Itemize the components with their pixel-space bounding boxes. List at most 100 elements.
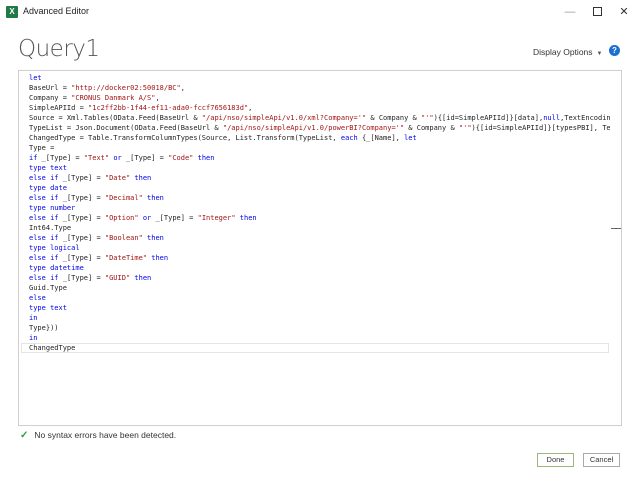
- code-keyword: type date: [29, 184, 67, 192]
- editor-scrollbar[interactable]: [610, 71, 621, 425]
- code-line[interactable]: else if _[Type] = "Boolean" then: [29, 233, 164, 243]
- code-line[interactable]: else if _[Type] = "GUID" then: [29, 273, 151, 283]
- code-string: "Text": [83, 154, 110, 162]
- code-line[interactable]: Int64.Type: [29, 223, 71, 233]
- chevron-down-icon: ▼: [596, 51, 603, 57]
- code-line[interactable]: type date: [29, 183, 67, 193]
- code-string: "DateTime": [104, 254, 148, 262]
- code-text: ){[id=SimpleAPIId]}[data],: [433, 114, 544, 122]
- code-text: _[Type] =: [121, 154, 169, 162]
- code-line[interactable]: else if _[Type] = "Date" then: [29, 173, 151, 183]
- code-keyword: else if: [29, 274, 59, 282]
- code-keyword: then: [147, 234, 164, 242]
- code-line[interactable]: Type})): [29, 323, 59, 333]
- code-line[interactable]: Company = "CRONUS Danmark A/S",: [29, 93, 160, 103]
- code-keyword: else if: [29, 174, 59, 182]
- code-keyword: then: [147, 194, 164, 202]
- code-string: "Integer": [197, 214, 236, 222]
- code-string: "Decimal": [104, 194, 143, 202]
- cancel-button[interactable]: Cancel: [583, 453, 620, 467]
- code-keyword: or: [142, 214, 152, 222]
- code-keyword: then: [134, 174, 152, 182]
- code-text: TypeList = Json.Document(OData.Feed(Base…: [29, 124, 223, 132]
- code-keyword: else if: [29, 194, 59, 202]
- code-line[interactable]: TypeList = Json.Document(OData.Feed(Base…: [29, 123, 622, 133]
- code-text: Company =: [29, 94, 72, 102]
- code-line[interactable]: ChangedType = Table.TransformColumnTypes…: [29, 133, 417, 143]
- code-line[interactable]: Source = Xml.Tables(OData.Feed(BaseUrl &…: [29, 113, 621, 123]
- code-text: {_[Name],: [357, 134, 405, 142]
- code-line[interactable]: type logical: [29, 243, 80, 253]
- display-options-dropdown[interactable]: Display Options ▼: [533, 47, 602, 57]
- code-keyword: in: [29, 314, 38, 322]
- code-text: Source = Xml.Tables(OData.Feed(BaseUrl &: [29, 114, 202, 122]
- code-line[interactable]: else if _[Type] = "Decimal" then: [29, 193, 164, 203]
- code-text: _[Type] =: [58, 194, 105, 202]
- code-text: Int64.Type: [29, 224, 72, 232]
- code-line[interactable]: BaseUrl = "http://docker02:50018/BC",: [29, 83, 185, 93]
- code-text: Guid.Type: [29, 284, 67, 292]
- code-line[interactable]: if _[Type] = "Text" or _[Type] = "Code" …: [29, 153, 214, 163]
- title-bar: X Advanced Editor — ✕: [0, 0, 639, 24]
- code-line[interactable]: type text: [29, 163, 67, 173]
- code-keyword: else: [29, 294, 46, 302]
- code-text: ,: [248, 104, 253, 112]
- code-keyword: then: [197, 154, 215, 162]
- code-string: "Option": [104, 214, 139, 222]
- code-line[interactable]: Type =: [29, 143, 54, 153]
- code-text: _[Type] =: [58, 254, 105, 262]
- done-button[interactable]: Done: [537, 453, 574, 467]
- code-string: "Code": [168, 154, 194, 162]
- code-line[interactable]: type text: [29, 303, 67, 313]
- code-line[interactable]: in: [29, 313, 37, 323]
- checkmark-icon: ✓: [20, 430, 29, 441]
- scroll-position-marker: [611, 228, 621, 229]
- minimize-button[interactable]: —: [557, 3, 583, 21]
- code-editor[interactable]: let BaseUrl = "http://docker02:50018/BC",…: [18, 70, 622, 426]
- code-line[interactable]: type datetime: [29, 263, 84, 273]
- close-button[interactable]: ✕: [611, 3, 637, 21]
- code-text: ,: [155, 94, 160, 102]
- code-line[interactable]: else if _[Type] = "Option" or _[Type] = …: [29, 213, 257, 223]
- maximize-icon: [592, 6, 602, 16]
- code-keyword: type logical: [29, 244, 80, 252]
- code-text: & Company &: [366, 114, 421, 122]
- query-name-title: Query1: [18, 36, 100, 62]
- code-line[interactable]: type number: [29, 203, 75, 213]
- code-line[interactable]: SimpleAPIId = "1c2ff2bb-1f44-ef11-ada0-f…: [29, 103, 252, 113]
- code-text: ){[id=SimpleAPIId]}[typesPBI], TextE: [471, 124, 622, 132]
- code-text: BaseUrl =: [29, 84, 72, 92]
- code-string: "'": [458, 124, 472, 132]
- display-options-label: Display Options: [533, 47, 593, 57]
- code-text: ChangedType = Table.TransformColumnTypes…: [29, 134, 341, 142]
- code-text: SimpleAPIId =: [29, 104, 89, 112]
- excel-icon: X: [6, 6, 18, 18]
- code-string: "CRONUS Danmark A/S": [71, 94, 156, 102]
- code-keyword: type text: [29, 164, 67, 172]
- code-text: _[Type] =: [151, 214, 198, 222]
- code-keyword: each: [340, 134, 358, 142]
- code-line[interactable]: Guid.Type: [29, 283, 67, 293]
- code-text: ,: [180, 84, 185, 92]
- code-text: Type =: [29, 144, 55, 152]
- code-keyword: else if: [29, 214, 59, 222]
- code-string: "http://docker02:50018/BC": [71, 84, 181, 92]
- code-keyword: then: [239, 214, 257, 222]
- code-text: _[Type] =: [58, 234, 105, 242]
- code-text: Type})): [29, 324, 59, 332]
- code-line[interactable]: else: [29, 293, 46, 303]
- code-string: "/api/nso/simpleApi/v1.0/xml?Company='": [201, 114, 367, 122]
- code-line[interactable]: else if _[Type] = "DateTime" then: [29, 253, 168, 263]
- code-text: _[Type] =: [58, 274, 105, 282]
- help-icon[interactable]: ?: [609, 45, 620, 56]
- code-keyword: type text: [29, 304, 67, 312]
- code-keyword: in: [29, 334, 38, 342]
- code-string: "Date": [104, 174, 131, 182]
- code-keyword: let: [404, 134, 417, 142]
- maximize-button[interactable]: [584, 3, 610, 21]
- code-text: _[Type] =: [37, 154, 84, 162]
- code-line[interactable]: in: [29, 333, 37, 343]
- code-line[interactable]: let: [29, 73, 42, 83]
- code-keyword: type number: [29, 204, 76, 212]
- syntax-status: ✓ No syntax errors have been detected.: [20, 430, 176, 441]
